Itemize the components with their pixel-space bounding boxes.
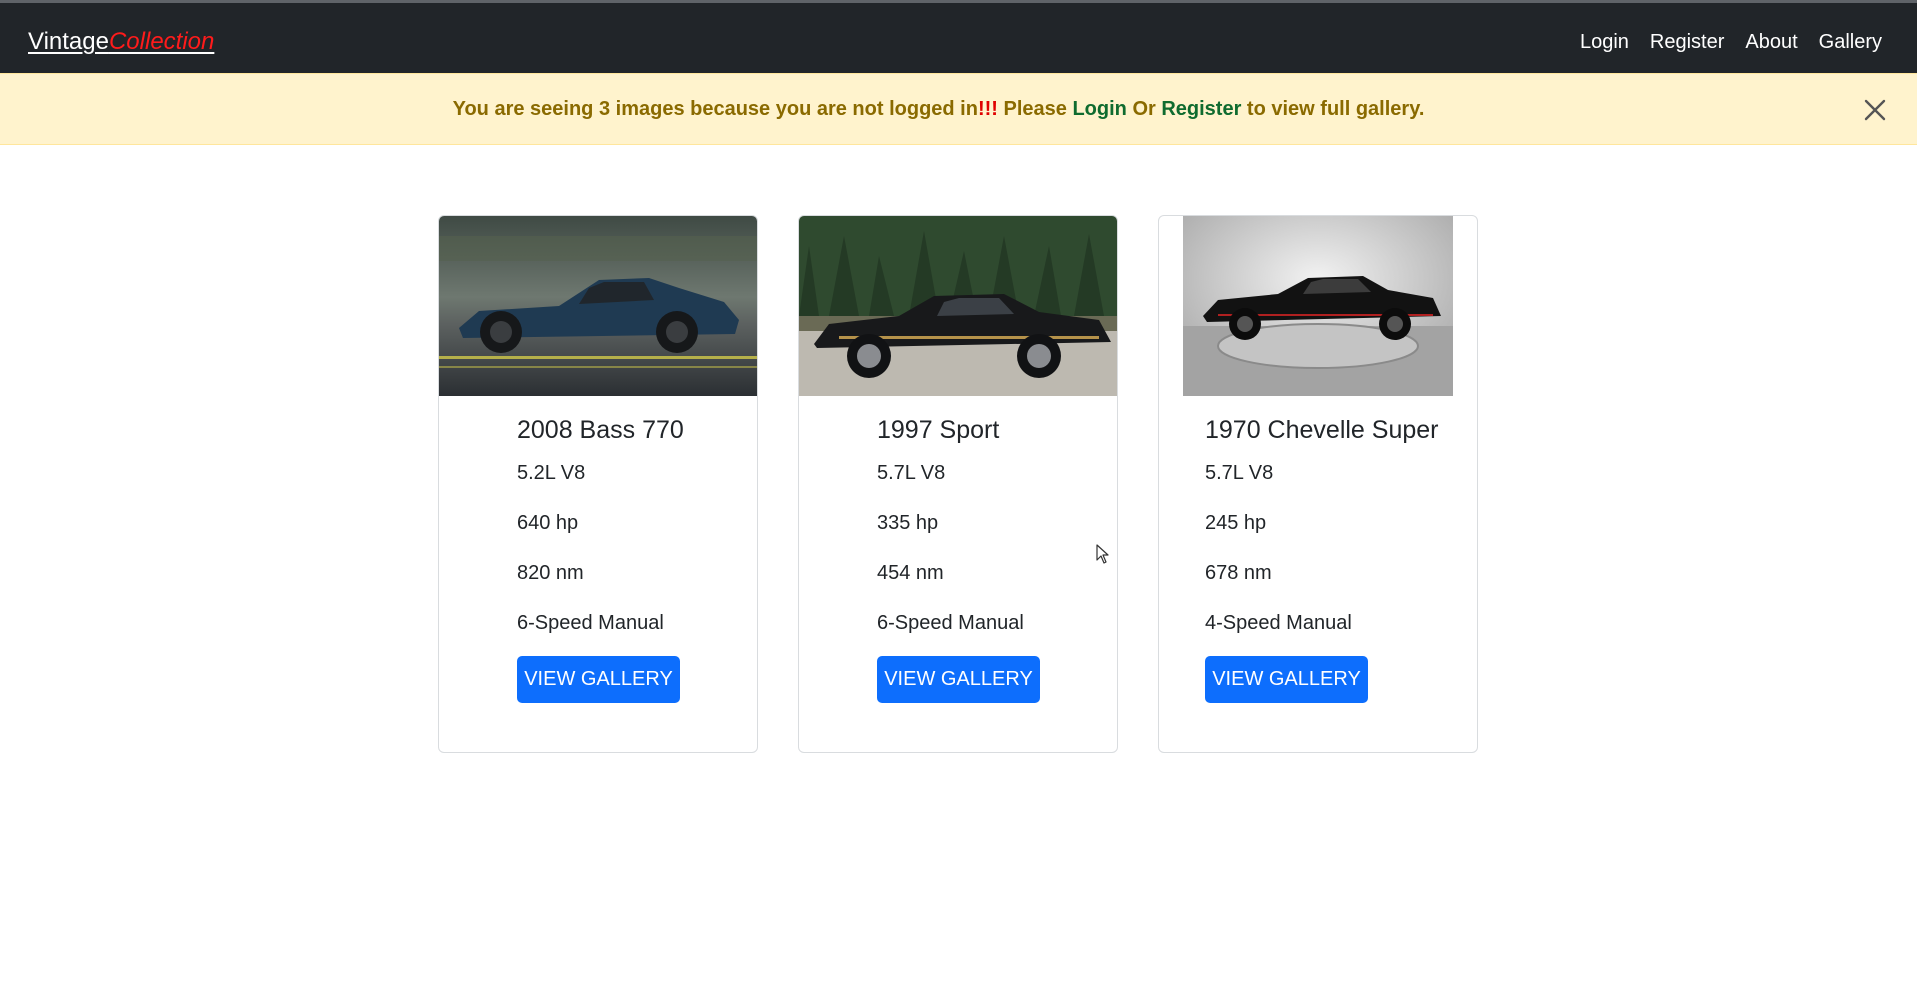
car-photo-graphic	[439, 216, 757, 396]
alert-text-part2: Please	[997, 98, 1073, 120]
car-photo	[799, 216, 1117, 396]
view-gallery-button[interactable]: VIEW GALLERY	[877, 656, 1040, 703]
car-engine: 5.7L V8	[1205, 462, 1274, 484]
nav-register-link[interactable]: Register	[1650, 27, 1724, 57]
car-transmission: 6-Speed Manual	[517, 612, 664, 634]
alert-close-button[interactable]	[1861, 96, 1889, 124]
car-title: 2008 Bass 770	[517, 416, 684, 444]
car-card: 1970 Chevelle Super 5.7L V8 245 hp 678 n…	[1158, 215, 1478, 753]
car-title: 1997 Sport	[877, 416, 1000, 444]
brand-text-collection: Collection	[108, 28, 215, 55]
mouse-cursor-icon	[1096, 544, 1109, 564]
view-gallery-button[interactable]: VIEW GALLERY	[1205, 656, 1368, 703]
view-gallery-button[interactable]: VIEW GALLERY	[517, 656, 680, 703]
brand-logo-link[interactable]: VintageCollection	[28, 27, 214, 57]
alert-text-part4: to view full gallery.	[1241, 98, 1425, 120]
car-title: 1970 Chevelle Super	[1205, 416, 1439, 444]
car-photo	[439, 216, 757, 396]
alert-text-part1: You are seeing 3 images because you are …	[452, 98, 978, 120]
car-card: 2008 Bass 770 5.2L V8 640 hp 820 nm 6-Sp…	[438, 215, 758, 753]
close-icon	[1864, 99, 1886, 121]
car-engine: 5.7L V8	[877, 462, 946, 484]
car-power: 335 hp	[877, 512, 939, 534]
car-torque: 678 nm	[1205, 562, 1272, 584]
nav-gallery-link[interactable]: Gallery	[1819, 27, 1882, 57]
nav-links: Login Register About Gallery	[1580, 27, 1882, 57]
car-power: 640 hp	[517, 512, 579, 534]
alert-exclamation: !!!	[977, 98, 998, 120]
nav-login-link[interactable]: Login	[1580, 27, 1629, 57]
alert-text-part3: Or	[1126, 98, 1162, 120]
alert-register-link[interactable]: Register	[1161, 98, 1241, 120]
login-warning-alert: You are seeing 3 images because you are …	[0, 73, 1917, 145]
car-power: 245 hp	[1205, 512, 1267, 534]
nav-about-link[interactable]: About	[1745, 27, 1797, 57]
alert-login-link[interactable]: Login	[1072, 98, 1126, 120]
car-torque: 454 nm	[877, 562, 944, 584]
top-navbar: VintageCollection Login Register About G…	[0, 0, 1917, 73]
car-photo	[1183, 216, 1453, 396]
brand-text-vintage: Vintage	[28, 28, 109, 55]
car-card: 1997 Sport 5.7L V8 335 hp 454 nm 6-Speed…	[798, 215, 1118, 753]
car-photo-graphic	[1183, 216, 1453, 396]
alert-message: You are seeing 3 images because you are …	[0, 96, 1877, 122]
car-photo-graphic	[799, 216, 1117, 396]
car-torque: 820 nm	[517, 562, 584, 584]
car-engine: 5.2L V8	[517, 462, 586, 484]
car-transmission: 4-Speed Manual	[1205, 612, 1352, 634]
car-transmission: 6-Speed Manual	[877, 612, 1024, 634]
